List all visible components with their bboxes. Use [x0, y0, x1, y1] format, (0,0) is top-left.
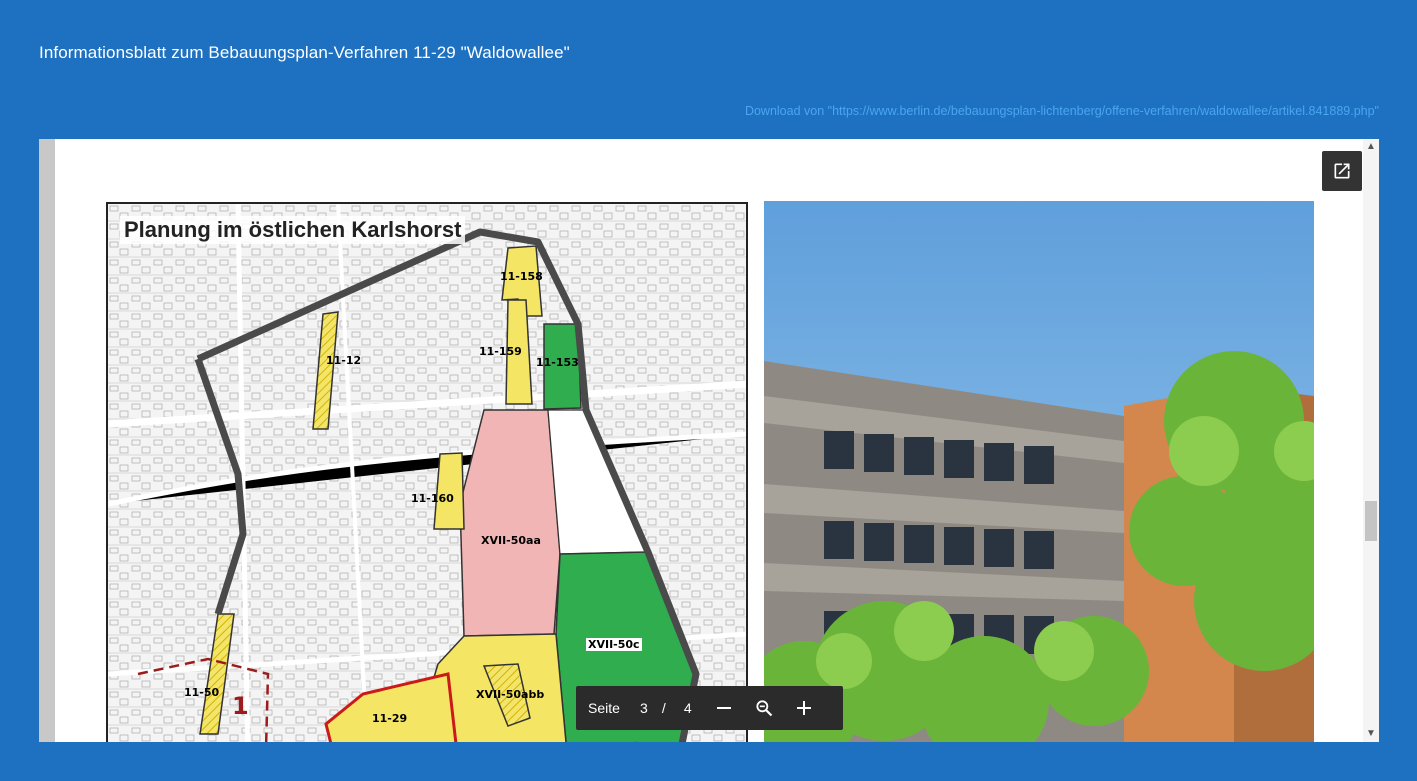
- map-label-xvii-50c: XVII-50c: [586, 638, 642, 651]
- map-label-11-160: 11-160: [411, 492, 454, 505]
- scroll-thumb[interactable]: [1365, 501, 1377, 541]
- map-label-11-29: 11-29: [372, 712, 408, 725]
- map-label-11-158: 11-158: [500, 270, 543, 283]
- zoom-in-button[interactable]: [784, 686, 824, 730]
- map-graphic: [108, 204, 746, 742]
- page-title: Informationsblatt zum Bebauungsplan-Verf…: [39, 43, 570, 62]
- map-label-zone-2: 2: [630, 738, 644, 742]
- scroll-up-icon[interactable]: ▲: [1363, 139, 1379, 155]
- building-photo-graphic: [764, 201, 1314, 742]
- zoom-out-button[interactable]: [704, 686, 744, 730]
- map-label-zone-1: 1: [232, 692, 249, 720]
- planning-map: Planung im östlichen Karlshorst 11-158 1…: [106, 202, 748, 742]
- page-separator: /: [661, 700, 666, 716]
- pdf-viewer[interactable]: Planung im östlichen Karlshorst 11-158 1…: [39, 139, 1379, 742]
- viewer-scrollbar[interactable]: ▲ ▼: [1363, 139, 1379, 742]
- download-link[interactable]: Download von "https://www.berlin.de/beba…: [745, 104, 1379, 118]
- pdf-page: Planung im östlichen Karlshorst 11-158 1…: [55, 139, 1363, 742]
- building-photo: [764, 201, 1314, 742]
- map-label-11-153: 11-153: [536, 356, 579, 369]
- open-external-button[interactable]: [1322, 151, 1362, 191]
- page-label: Seite: [588, 700, 620, 716]
- open-in-new-icon: [1334, 163, 1350, 179]
- zoom-search-icon: [756, 700, 773, 717]
- total-pages: 4: [683, 700, 692, 716]
- map-title: Planung im östlichen Karlshorst: [120, 216, 466, 244]
- plus-icon: [796, 701, 811, 715]
- map-label-11-50: 11-50: [184, 686, 220, 699]
- page-number-input[interactable]: 3: [630, 700, 658, 716]
- minus-icon: [716, 707, 731, 709]
- map-label-xvii-50aa: XVII-50aa: [481, 534, 541, 547]
- map-label-11-159: 11-159: [479, 345, 522, 358]
- pdf-toolbar: Seite 3 / 4: [576, 686, 843, 730]
- scroll-down-icon[interactable]: ▼: [1363, 726, 1379, 742]
- zoom-reset-button[interactable]: [744, 686, 784, 730]
- map-label-11-12: 11-12: [326, 354, 362, 367]
- map-label-xvii-50abb: XVII-50abb: [476, 688, 545, 701]
